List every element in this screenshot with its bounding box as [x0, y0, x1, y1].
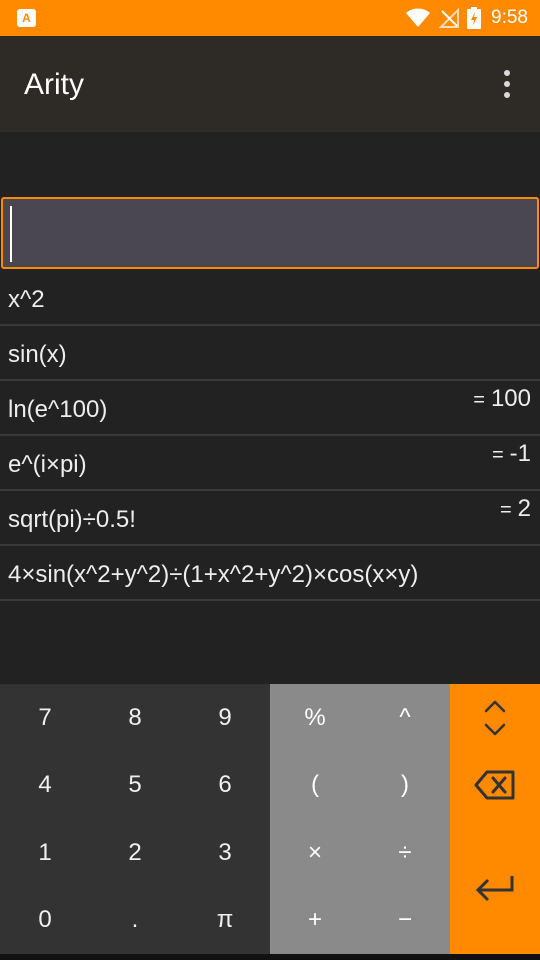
side-pad — [450, 684, 540, 954]
keypad: 789 456 123 0.π % ^() × ÷ + − — [0, 684, 540, 954]
number-key[interactable]: 7 — [0, 684, 90, 752]
number-key[interactable]: 1 — [0, 819, 90, 887]
battery-charging-icon — [467, 7, 482, 29]
operator-key[interactable]: ) — [360, 752, 450, 820]
no-signal-icon — [439, 8, 460, 28]
operator-key[interactable]: + — [270, 887, 360, 955]
operator-key[interactable]: ( — [270, 752, 360, 820]
status-icons: 9:58 — [405, 5, 528, 31]
navigation-strip — [0, 954, 540, 960]
more-vert-icon[interactable] — [492, 66, 522, 102]
history-expression: e^(i×pi) — [8, 451, 87, 478]
number-key[interactable]: 4 — [0, 752, 90, 820]
app-title: Arity — [24, 68, 84, 101]
history-item[interactable]: e^(i×pi) = -1 — [0, 436, 540, 491]
backspace-icon — [474, 770, 515, 800]
history-expression: x^2 — [8, 286, 45, 313]
text-cursor — [10, 206, 12, 262]
history-result: = -1 — [492, 439, 531, 470]
expand-collapse-button[interactable] — [450, 684, 540, 752]
history-list: x^2 sin(x) ln(e^100) = 100 e^(i×pi) = -1 sqrt(pi… — [0, 271, 540, 601]
expression-input-box[interactable] — [1, 197, 539, 269]
operator-key[interactable]: % — [270, 684, 360, 752]
number-key[interactable]: . — [90, 887, 180, 955]
number-key[interactable]: 3 — [180, 819, 270, 887]
number-key[interactable]: 0 — [0, 887, 90, 955]
operator-key[interactable]: − — [360, 887, 450, 955]
app-bar: Arity — [0, 36, 540, 132]
result-value: -1 — [509, 440, 531, 467]
result-value: 100 — [490, 385, 531, 412]
result-value: 2 — [517, 495, 531, 522]
history-expression: sqrt(pi)÷0.5! — [8, 506, 136, 533]
history-item[interactable]: ln(e^100) = 100 — [0, 381, 540, 436]
content-area: x^2 sin(x) ln(e^100) = 100 e^(i×pi) = -1 sqrt(pi… — [0, 132, 540, 684]
enter-button[interactable] — [450, 819, 540, 954]
number-pad: 789 456 123 0.π — [0, 684, 270, 954]
expand-collapse-icon — [484, 700, 506, 735]
history-item[interactable]: 4×sin(x^2+y^2)÷(1+x^2+y^2)×cos(x×y) — [0, 546, 540, 601]
number-key[interactable]: π — [180, 887, 270, 955]
operator-key[interactable]: ^ — [360, 684, 450, 752]
enter-icon — [475, 875, 514, 901]
history-expression: ln(e^100) — [8, 396, 108, 423]
expression-input[interactable] — [3, 199, 537, 267]
notification-icon: A — [17, 9, 36, 27]
history-result: = 100 — [473, 384, 531, 415]
number-key[interactable]: 2 — [90, 819, 180, 887]
history-expression: sin(x) — [8, 341, 67, 368]
history-item[interactable]: sin(x) — [0, 326, 540, 381]
wifi-icon — [406, 8, 431, 27]
history-result: = 2 — [500, 494, 531, 525]
history-expression: 4×sin(x^2+y^2)÷(1+x^2+y^2)×cos(x×y) — [8, 561, 419, 588]
equals-sign: = — [491, 444, 504, 466]
history-item[interactable]: x^2 — [0, 271, 540, 326]
history-item[interactable]: sqrt(pi)÷0.5! = 2 — [0, 491, 540, 546]
number-key[interactable]: 5 — [90, 752, 180, 820]
status-time: 9:58 — [491, 7, 528, 28]
operator-pad: % ^() × ÷ + − — [270, 684, 450, 954]
backspace-button[interactable] — [450, 752, 540, 820]
number-key[interactable]: 8 — [90, 684, 180, 752]
operator-key[interactable]: ÷ — [360, 819, 450, 887]
equals-sign: = — [499, 499, 512, 521]
number-key[interactable]: 6 — [180, 752, 270, 820]
equals-sign: = — [473, 389, 485, 411]
operator-key[interactable]: × — [270, 819, 360, 887]
status-bar: A 9:58 — [0, 0, 540, 36]
number-key[interactable]: 9 — [180, 684, 270, 752]
